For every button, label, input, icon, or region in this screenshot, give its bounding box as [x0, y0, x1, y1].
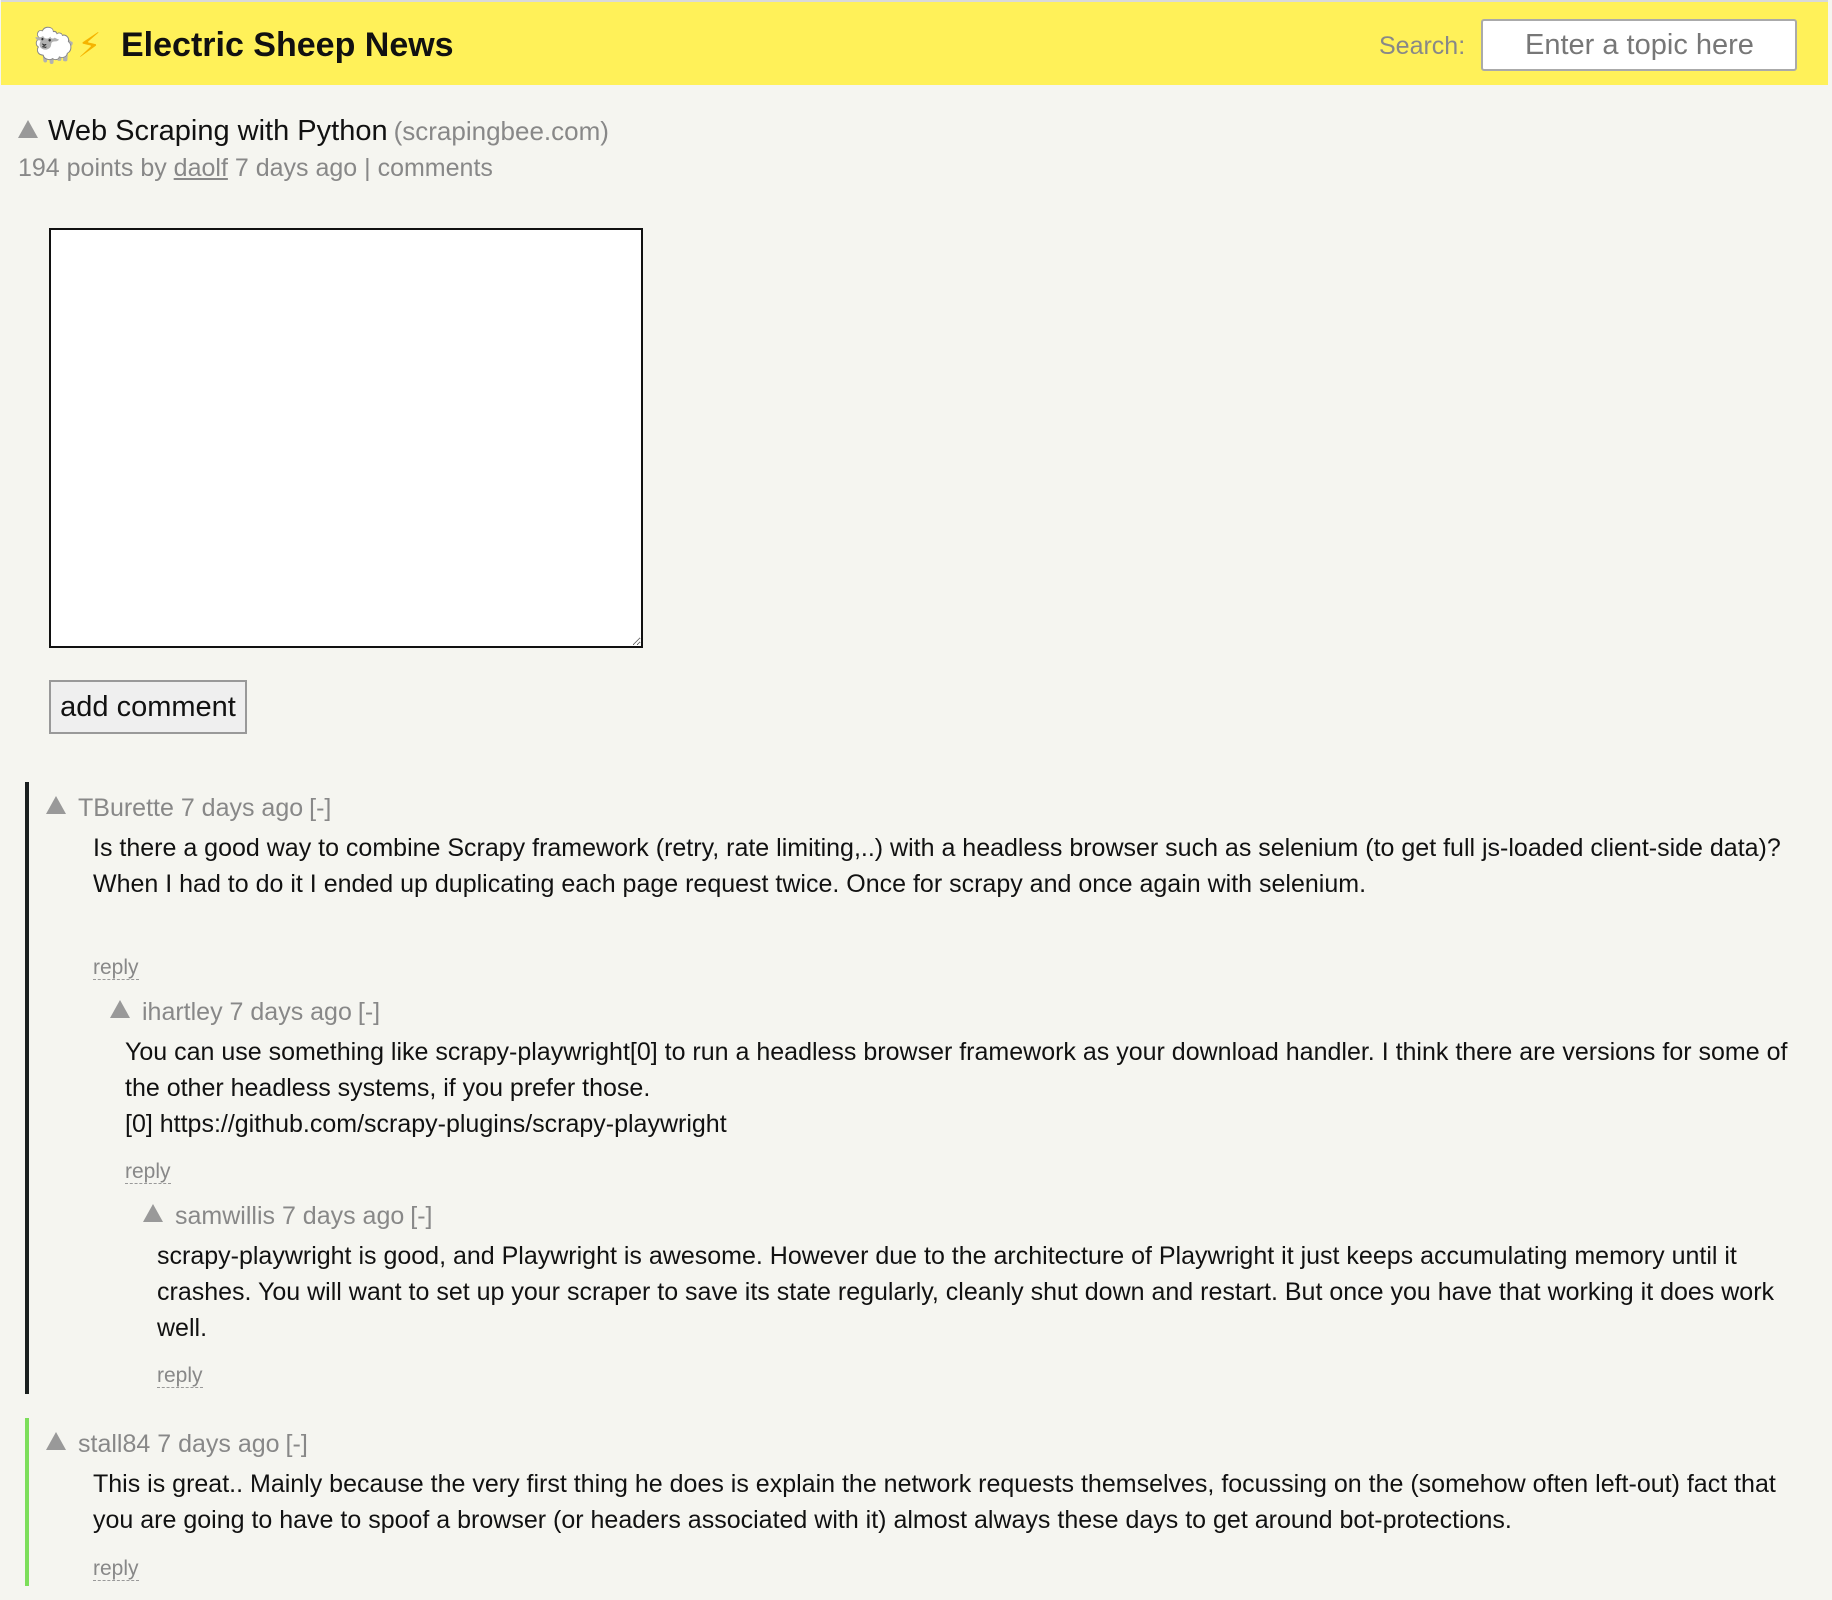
comment-text: You can use something like scrapy-playwr… — [125, 1034, 1807, 1142]
comment-user-link[interactable]: samwillis — [175, 1202, 275, 1230]
story-title-row: Web Scraping with Python (scrapingbee.com… — [18, 114, 609, 148]
comment-age: 7 days ago — [180, 794, 304, 822]
comment-meta: TBurette 7 days ago [-] — [46, 794, 331, 823]
comment-user-link[interactable]: TBurette — [78, 794, 174, 822]
collapse-toggle[interactable]: [-] — [286, 1430, 308, 1458]
story-age: 7 days ago — [234, 154, 358, 182]
comment-age: 7 days ago — [229, 998, 352, 1026]
collapse-toggle[interactable]: [-] — [309, 794, 331, 822]
reply-link[interactable]: reply — [93, 1558, 139, 1581]
sheep-icon: 🐑 — [33, 27, 76, 65]
comment-paragraph: [0] https://github.com/scrapy-plugins/sc… — [125, 1110, 727, 1138]
story-user-link[interactable]: daolf — [174, 154, 228, 182]
search-label: Search: — [1379, 32, 1466, 60]
thread-bar — [25, 782, 29, 1394]
upvote-arrow-icon[interactable] — [46, 1432, 66, 1450]
comment-user-link[interactable]: stall84 — [78, 1430, 150, 1458]
story-points: 194 points by — [18, 154, 167, 182]
lightning-bolt-icon: ⚡ — [77, 27, 102, 65]
add-comment-button[interactable]: add comment — [49, 680, 247, 734]
comment-paragraph: scrapy-playwright is good, and Playwrigh… — [157, 1242, 1775, 1342]
reply-link[interactable]: reply — [93, 957, 139, 980]
story: Web Scraping with Python (scrapingbee.com… — [18, 114, 609, 182]
comment-paragraph: Is there a good way to combine Scrapy fr… — [93, 834, 1781, 862]
comment-paragraph: When I had to do it I ended up duplicati… — [93, 870, 1367, 898]
top-bar: 🐑⚡ Electric Sheep News Search: — [1, 0, 1828, 85]
comment-meta: stall84 7 days ago [-] — [46, 1430, 308, 1459]
upvote-arrow-icon[interactable] — [18, 120, 38, 138]
reply-link[interactable]: reply — [157, 1365, 203, 1388]
meta-separator: | — [364, 154, 371, 182]
collapse-toggle[interactable]: [-] — [410, 1202, 432, 1230]
reply-link[interactable]: reply — [125, 1161, 171, 1184]
comments-link[interactable]: comments — [378, 154, 493, 182]
story-meta: 194 points by daolf 7 days ago | comment… — [18, 154, 493, 183]
comment-meta: samwillis 7 days ago [-] — [143, 1202, 433, 1231]
sheep-logo-icon[interactable]: 🐑⚡ — [33, 26, 101, 66]
comment-text: scrapy-playwright is good, and Playwrigh… — [157, 1238, 1807, 1346]
comment-user-link[interactable]: ihartley — [142, 998, 223, 1026]
comment-text: Is there a good way to combine Scrapy fr… — [93, 830, 1793, 902]
story-title-link[interactable]: Web Scraping with Python — [48, 115, 388, 147]
upvote-arrow-icon[interactable] — [110, 1000, 130, 1018]
comment-paragraph: This is great.. Mainly because the very … — [93, 1470, 1776, 1534]
comment-textarea[interactable] — [49, 228, 643, 648]
comment-meta: ihartley 7 days ago [-] — [110, 998, 380, 1027]
comment-text: This is great.. Mainly because the very … — [93, 1466, 1807, 1538]
comment-age: 7 days ago — [281, 1202, 405, 1230]
site-title[interactable]: Electric Sheep News — [121, 24, 454, 66]
search-input[interactable] — [1481, 19, 1797, 71]
comment-age: 7 days ago — [157, 1430, 280, 1458]
upvote-arrow-icon[interactable] — [46, 796, 66, 814]
story-domain: (scrapingbee.com) — [393, 116, 609, 146]
comment-paragraph: You can use something like scrapy-playwr… — [125, 1038, 1788, 1102]
collapse-toggle[interactable]: [-] — [358, 998, 380, 1026]
thread-bar — [25, 1418, 29, 1586]
upvote-arrow-icon[interactable] — [143, 1204, 163, 1222]
